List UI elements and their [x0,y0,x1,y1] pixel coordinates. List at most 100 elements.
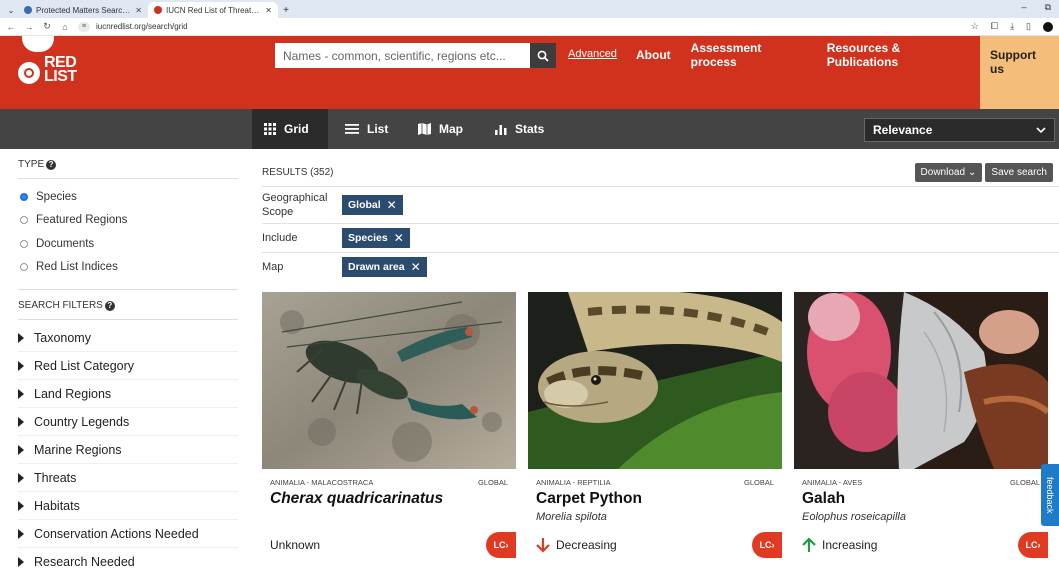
caret-right-icon [18,500,24,511]
feedback-tab[interactable]: feedback [1041,464,1059,526]
species-photo-crayfish[interactable] [262,292,516,469]
bookmark-star-icon[interactable]: ☆ [971,21,979,32]
caret-right-icon [18,444,24,455]
filter-chip-drawn-area[interactable]: Drawn area ✕ [342,257,427,277]
species-card-grid: ANIMALIA - MALACOSTRACA GLOBAL Cherax qua… [262,292,1059,558]
card-scientific-name: Eolophus roseicapilla [802,511,906,523]
applied-filter-geographical-scope: Geographical Scope Global ✕ [262,187,1059,224]
url-text: iucnredlist.org/search/grid [96,22,188,31]
save-search-button[interactable]: Save search [985,163,1053,182]
search-icon [537,50,549,62]
radio-icon[interactable] [20,239,28,248]
card-scope: GLOBAL [477,478,508,487]
sort-select[interactable]: Relevance [864,118,1055,142]
species-card[interactable]: ANIMALIA - MALACOSTRACA GLOBAL Cherax qua… [262,292,516,558]
reload-icon[interactable]: ↻ [42,21,52,32]
nav-about[interactable]: About [626,36,681,73]
population-trend: Unknown [270,538,321,552]
tab-label: Stats [515,122,545,136]
chevron-down-icon [1036,126,1046,133]
home-icon[interactable]: ⌂ [60,22,70,32]
restore-icon[interactable]: ⧉ [1045,2,1051,13]
nav-resources-publications[interactable]: Resources & Publications [817,36,980,73]
filter-threats[interactable]: Threats [18,464,238,492]
results-area: RESULTS (352) Download ⌄ Save search Geog… [250,149,1059,572]
tab-map[interactable]: Map [406,109,475,149]
card-title[interactable]: Carpet Python [528,487,782,508]
downloads-icon[interactable]: ⤓ [1010,21,1014,32]
sidebar-icon[interactable]: ▯ [1026,21,1031,32]
filter-conservation-actions-needed[interactable]: Conservation Actions Needed [18,520,238,548]
caret-right-icon [18,528,24,539]
new-tab-button[interactable]: + [278,2,294,18]
search-input[interactable] [275,43,530,68]
card-taxonomy: ANIMALIA - AVES [802,478,863,487]
favicon-icon [24,6,32,14]
filter-habitats[interactable]: Habitats [18,492,238,520]
back-icon[interactable]: ← [6,22,16,32]
red-list-logo[interactable]: RED LIST [18,36,98,104]
remove-chip-icon[interactable]: ✕ [394,231,404,245]
remove-chip-icon[interactable]: ✕ [411,260,421,274]
type-option-species[interactable]: Species [20,185,238,209]
filter-land-regions[interactable]: Land Regions [18,380,238,408]
radio-selected-icon[interactable] [20,192,28,201]
tab-grid[interactable]: Grid [252,109,328,149]
type-option-red-list-indices[interactable]: Red List Indices [20,256,238,280]
tab-label: Protected Matters Search Tool [36,5,131,15]
search-bar [275,43,556,68]
nav-assessment-process[interactable]: Assessment process [681,36,817,73]
filter-chip-species[interactable]: Species ✕ [342,228,410,248]
type-option-documents[interactable]: Documents [20,232,238,256]
filter-research-needed[interactable]: Research Needed [18,548,238,572]
map-icon [418,123,431,135]
download-button[interactable]: Download ⌄ [914,163,983,182]
species-photo-python[interactable] [528,292,782,469]
help-icon[interactable]: ? [46,159,57,170]
profile-avatar[interactable] [1043,21,1053,32]
tab-stats[interactable]: Stats [483,109,556,149]
type-heading: TYPE ? [18,159,238,179]
caret-right-icon [18,360,24,371]
tab-label: Grid [284,122,309,136]
close-tab-icon[interactable]: ✕ [265,6,272,15]
site-info-icon[interactable]: ≡ [78,21,90,32]
browser-tab-protected-matters[interactable]: Protected Matters Search Tool ✕ [18,2,148,18]
minimize-icon[interactable]: – [1022,2,1027,13]
extensions-icon[interactable]: ⧠ [991,21,998,32]
type-option-featured-regions[interactable]: Featured Regions [20,209,238,233]
site-header: REDLIST Advanced About Assessment proces… [0,36,1059,109]
forward-icon[interactable]: → [24,22,34,32]
species-card[interactable]: ANIMALIA - AVES GLOBAL Galah Eolophus ros… [794,292,1048,558]
category-badge-lc[interactable]: LC › [1018,532,1048,558]
filter-red-list-category[interactable]: Red List Category [18,352,238,380]
tab-list-chevron-icon[interactable]: ⌄ [4,2,18,18]
tab-label: IUCN Red List of Threatened S [166,5,261,15]
filter-taxonomy[interactable]: Taxonomy [18,324,238,352]
species-card[interactable]: ANIMALIA - REPTILIA GLOBAL Carpet Python … [528,292,782,558]
browser-tab-iucn[interactable]: IUCN Red List of Threatened S ✕ [148,2,278,18]
card-title[interactable]: Cherax quadricarinatus [262,487,516,508]
search-button[interactable] [530,43,556,68]
filter-chip-global[interactable]: Global ✕ [342,195,403,215]
close-tab-icon[interactable]: ✕ [135,6,142,15]
url-field[interactable]: ≡ iucnredlist.org/search/grid [78,21,963,32]
filter-country-legends[interactable]: Country Legends [18,408,238,436]
nav-support-us[interactable]: Support us [980,36,1059,109]
radio-icon[interactable] [20,263,28,272]
card-title[interactable]: Galah [794,487,1048,508]
advanced-search-link[interactable]: Advanced [568,48,617,60]
category-badge-lc[interactable]: LC › [486,532,516,558]
species-photo-galah[interactable] [794,292,1048,469]
filter-marine-regions[interactable]: Marine Regions [18,436,238,464]
tab-list[interactable]: List [333,109,400,149]
category-badge-lc[interactable]: LC › [752,532,782,558]
help-icon[interactable]: ? [104,300,115,311]
card-taxonomy: ANIMALIA - REPTILIA [536,478,611,487]
card-scope: GLOBAL [743,478,774,487]
applied-filter-map: Map Drawn area ✕ [262,253,1059,281]
filter-label: Include [262,232,298,244]
caret-right-icon [18,388,24,399]
remove-chip-icon[interactable]: ✕ [387,198,397,212]
radio-icon[interactable] [20,216,28,225]
